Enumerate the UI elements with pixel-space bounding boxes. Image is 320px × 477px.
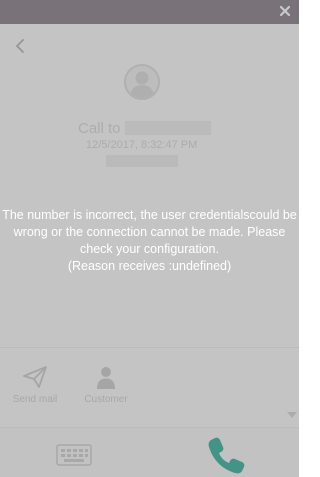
error-overlay: The number is incorrect, the user creden… (0, 0, 299, 477)
softphone-window: Call to 12/5/2017, 8:32:47 PM Send mail … (0, 0, 299, 477)
error-reason: (Reason receives :undefined) (67, 259, 232, 273)
error-message: The number is incorrect, the user creden… (0, 207, 299, 275)
error-message-line: check your configuration. (80, 242, 219, 256)
error-message-line: The number is incorrect, the user creden… (2, 208, 297, 222)
error-message-line: wrong or the connection cannot be made. … (13, 225, 286, 239)
